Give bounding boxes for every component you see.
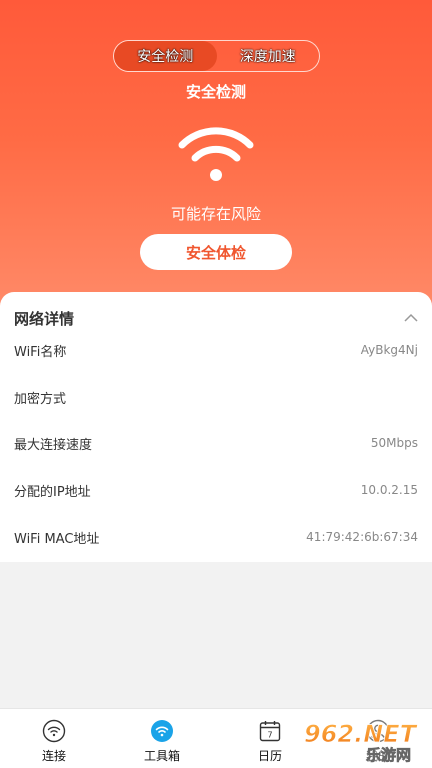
row-value: 10.0.2.15 [360,483,418,497]
wifi-outline-icon [42,719,66,743]
card-title: 网络详情 [14,309,75,328]
security-check-button[interactable]: 安全体检 [140,234,292,270]
mode-segmented-control: 安全检测 深度加速 [113,40,320,72]
row-value: 50Mbps [370,436,418,450]
watermark-brand: 962.NET [304,720,418,748]
detail-row-ip-address: 分配的IP地址 10.0.2.15 [14,479,418,501]
calendar-icon: 7 [259,721,281,742]
tab-deep-boost[interactable]: 深度加速 [217,41,320,71]
hero-title: 安全检测 [185,83,246,101]
site-watermark-logo: 962.NET 乐游网 [298,716,424,764]
risk-status-text: 可能存在风险 [170,205,261,223]
row-label: 加密方式 [14,391,67,407]
tab-security-check[interactable]: 安全检测 [114,41,217,71]
tab-label: 连接 [41,749,66,763]
hero-banner: 安全检测 深度加速 安全检测 可能存在风险 安全体检 [0,0,432,310]
chevron-up-icon[interactable] [404,313,418,323]
row-label: 分配的IP地址 [14,484,91,500]
row-value: AyBkg4Nj [360,343,418,357]
row-label: WiFi名称 [14,344,67,360]
calendar-badge: 7 [267,731,272,740]
row-value: 41:79:42:6b:67:34 [306,530,418,544]
detail-row-max-speed: 最大连接速度 50Mbps [14,432,418,454]
row-label: WiFi MAC地址 [14,531,100,547]
watermark-subtitle: 乐游网 [366,746,411,764]
row-label: 最大连接速度 [14,437,93,453]
tab-label: 日历 [257,749,282,763]
network-details-header[interactable]: 网络详情 [14,307,418,329]
tab-connect[interactable]: 连接 [0,709,108,768]
detail-row-encryption: 加密方式 [14,386,418,408]
wifi-circle-icon [151,720,173,742]
tab-toolbox[interactable]: 工具箱 [108,709,216,768]
detail-row-mac-address: WiFi MAC地址 41:79:42:6b:67:34 [14,526,418,548]
wifi-icon [178,127,254,181]
network-details-card: 网络详情 WiFi名称 AyBkg4Nj 加密方式 最大连接速度 50Mbps … [0,292,432,562]
detail-row-wifi-name: WiFi名称 AyBkg4Nj [14,339,418,361]
tab-label: 工具箱 [143,749,180,763]
